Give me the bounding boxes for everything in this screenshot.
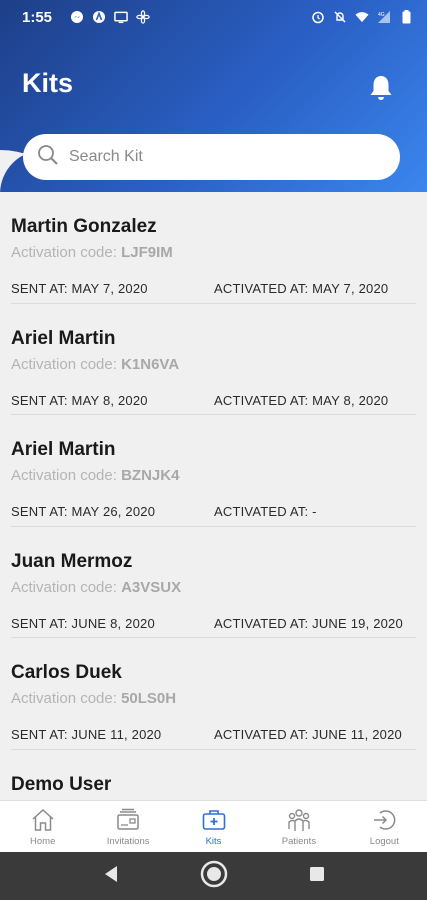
kit-patient-name: Martin Gonzalez — [11, 216, 157, 237]
nav-invitations-label: Invitations — [106, 836, 150, 847]
kits-list[interactable]: Martin Gonzalez Activation code: LJF9IM … — [0, 192, 427, 800]
kit-item[interactable]: Ariel Martin Activation code: K1N6VA SEN… — [0, 304, 427, 415]
kit-item[interactable]: Ariel Martin Activation code: BZNJK4 SEN… — [0, 415, 427, 527]
mute-icon — [333, 10, 347, 24]
signal-icon: 4G — [377, 10, 391, 24]
kit-item[interactable]: Juan Mermoz Activation code: A3VSUX SENT… — [0, 527, 427, 638]
nav-home-label: Home — [30, 836, 56, 847]
header: 1:55 4G Kits Search Kit — [0, 0, 427, 192]
kit-patient-name: Demo User — [11, 773, 112, 795]
kit-item[interactable]: Carlos Duek Activation code: 50LS0H SENT… — [0, 638, 427, 750]
kit-item[interactable]: Demo User — [0, 750, 427, 801]
nav-home[interactable]: Home — [0, 801, 85, 852]
kit-patient-name: Carlos Duek — [11, 662, 122, 683]
kit-activation-code: Activation code: BZNJK4 — [11, 467, 180, 484]
kit-patient-name: Ariel Martin — [11, 327, 116, 349]
kit-activation-code: Activation code: LJF9IM — [11, 244, 173, 261]
kit-item[interactable]: Martin Gonzalez Activation code: LJF9IM … — [0, 192, 427, 304]
nav-kits-label: Kits — [205, 836, 222, 847]
search-bar[interactable] — [23, 134, 400, 180]
notifications-bell-icon[interactable] — [368, 74, 394, 102]
patients-icon — [286, 807, 312, 833]
bottom-nav: Home Invitations Kits Patients Logout — [0, 800, 427, 852]
fan-icon — [136, 10, 150, 24]
app-a-icon — [92, 10, 106, 24]
nav-logout[interactable]: Logout — [342, 801, 427, 852]
kit-activated-at: ACTIVATED AT: JUNE 11, 2020 — [214, 727, 402, 742]
kit-sent-at: SENT AT: MAY 26, 2020 — [11, 504, 156, 519]
logout-icon — [371, 807, 397, 833]
kit-activated-at: ACTIVATED AT: MAY 8, 2020 — [214, 392, 389, 408]
status-bar: 1:55 4G — [0, 0, 427, 34]
nav-patients-label: Patients — [281, 836, 317, 847]
kit-sent-at: SENT AT: MAY 7, 2020 — [11, 281, 148, 296]
nav-patients[interactable]: Patients — [256, 801, 341, 852]
nav-invitations[interactable]: Invitations — [85, 801, 170, 852]
system-nav-bar — [0, 852, 427, 900]
kit-activation-code: Activation code: A3VSUX — [11, 578, 182, 596]
page-title: Kits — [22, 68, 74, 98]
header-curve — [0, 150, 44, 194]
kit-patient-name: Ariel Martin — [11, 439, 116, 460]
kit-sent-at: SENT AT: JUNE 11, 2020 — [11, 727, 162, 742]
nav-kits[interactable]: Kits — [171, 801, 256, 852]
kit-activated-at: ACTIVATED AT: JUNE 19, 2020 — [214, 615, 403, 631]
kit-sent-at: SENT AT: JUNE 8, 2020 — [11, 615, 155, 631]
home-icon — [30, 807, 56, 833]
kit-patient-name: Juan Mermoz — [11, 550, 133, 572]
alarm-icon — [311, 10, 325, 24]
wifi-icon — [355, 10, 369, 24]
search-input[interactable] — [69, 148, 369, 166]
recents-icon[interactable] — [309, 866, 325, 887]
home-button-icon[interactable] — [199, 859, 229, 894]
kit-activated-at: ACTIVATED AT: - — [214, 504, 317, 519]
screen-cast-icon — [114, 10, 128, 24]
kit-activated-at: ACTIVATED AT: MAY 7, 2020 — [214, 281, 389, 296]
kit-sent-at: SENT AT: MAY 8, 2020 — [11, 392, 148, 408]
messenger-icon — [70, 10, 84, 24]
status-time: 1:55 — [22, 8, 53, 26]
battery-icon — [399, 10, 413, 24]
invitations-icon — [115, 807, 141, 833]
kit-activation-code: Activation code: 50LS0H — [11, 690, 177, 707]
back-icon[interactable] — [103, 865, 119, 888]
nav-logout-label: Logout — [369, 836, 399, 847]
kit-activation-code: Activation code: K1N6VA — [11, 355, 180, 373]
svg-text:4G: 4G — [378, 12, 385, 18]
medical-kit-icon — [201, 807, 227, 833]
